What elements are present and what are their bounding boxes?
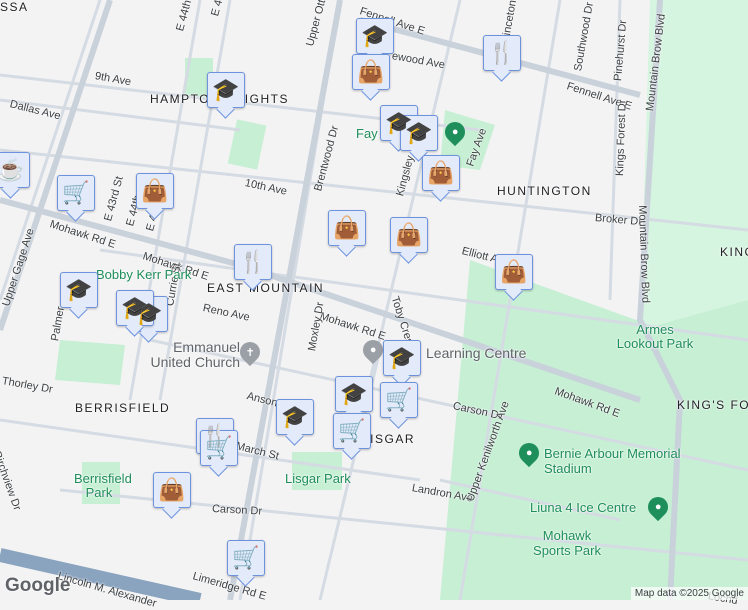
park-label[interactable]: Bobby Kerr Park [96,268,191,281]
park-area [227,119,267,170]
place-label[interactable]: Bernie Arbour Memorial Stadium [544,446,694,476]
area-label: SSA [0,0,29,14]
area-label: HUNTINGTON [497,184,592,198]
park-label[interactable]: Armes Lookout Park [615,323,695,351]
bobby-kerr-park [55,340,125,385]
school-marker[interactable]: 🎓 [400,115,438,151]
graduation-cap-icon: 🎓 [361,23,389,48]
graduation-cap-icon: 🎓 [388,345,416,370]
school-marker[interactable]: 🎓 [60,272,98,308]
shopping-marker[interactable]: 👜 [328,210,366,246]
school-marker[interactable]: 🎓 [335,376,373,412]
place-label[interactable]: Mohawk Sports Park [527,528,607,558]
area-label: KING L [720,245,748,259]
graduation-cap-icon: 🎓 [65,277,93,302]
shopping-marker[interactable]: 👜 [136,173,174,209]
grocery-marker[interactable]: 🛒 [380,382,418,418]
school-marker[interactable]: 🎓 [207,72,245,108]
graduation-cap-icon: 🎓 [121,295,149,320]
shopping-marker[interactable]: 👜 [352,54,390,90]
school-marker[interactable]: 🎓 [276,399,314,435]
shopping-bag-icon: 👜 [333,215,361,240]
grocery-marker[interactable]: 🛒 [57,175,95,211]
fork-knife-icon: 🍴 [488,40,516,65]
grocery-marker[interactable]: 🛒 [200,430,238,466]
shopping-marker[interactable]: 👜 [495,254,533,290]
area-label: KING'S FO [677,398,748,412]
shopping-cart-icon: 🛒 [62,180,90,205]
park-label[interactable]: Fay [356,126,378,141]
school-marker[interactable]: 🎓 [383,340,421,376]
graduation-cap-icon: 🎓 [212,77,240,102]
place-label[interactable]: Liuna 4 Ice Centre [530,500,636,515]
cafe-marker[interactable]: ☕ [0,152,30,188]
shopping-cart-icon: 🛒 [385,387,413,412]
street-label: Carson Dr [211,503,263,518]
shopping-bag-icon: 👜 [500,259,528,284]
graduation-cap-icon: 🎓 [405,120,433,145]
shopping-bag-icon: 👜 [395,222,423,247]
map-attribution[interactable]: Map data ©2025 Google [630,587,748,600]
shopping-marker[interactable]: 👜 [422,155,460,191]
restaurant-marker[interactable]: 🍴 [483,35,521,71]
school-marker[interactable]: 🎓 [356,18,394,54]
area-label: BERRISFIELD [75,401,171,415]
shopping-cart-icon: 🛒 [338,418,366,443]
graduation-cap-icon: 🎓 [281,404,309,429]
shopping-bag-icon: 👜 [427,160,455,185]
park-label[interactable]: Lisgar Park [285,471,351,486]
graduation-cap-icon: 🎓 [340,381,368,406]
google-logo: Google [5,575,71,596]
park-label[interactable]: Berrisfield Park [74,472,132,500]
shopping-marker[interactable]: 👜 [153,472,191,508]
school-marker[interactable]: 🎓 [116,290,154,326]
shopping-cart-icon: 🛒 [205,435,233,460]
place-label[interactable]: Learning Centre [426,345,526,361]
shopping-bag-icon: 👜 [158,477,186,502]
grocery-marker[interactable]: 🛒 [333,413,371,449]
shopping-cart-icon: 🛒 [232,545,260,570]
restaurant-marker[interactable]: 🍴 [234,244,272,280]
coffee-cup-icon: ☕ [0,157,25,182]
shopping-marker[interactable]: 👜 [390,217,428,253]
area-label: EAST MOUNTAIN [207,281,325,295]
shopping-bag-icon: 👜 [357,59,385,84]
place-label[interactable]: Emmanuel United Church [150,340,241,370]
grocery-marker[interactable]: 🛒 [227,540,265,576]
fork-knife-icon: 🍴 [239,249,267,274]
shopping-bag-icon: 👜 [141,178,169,203]
